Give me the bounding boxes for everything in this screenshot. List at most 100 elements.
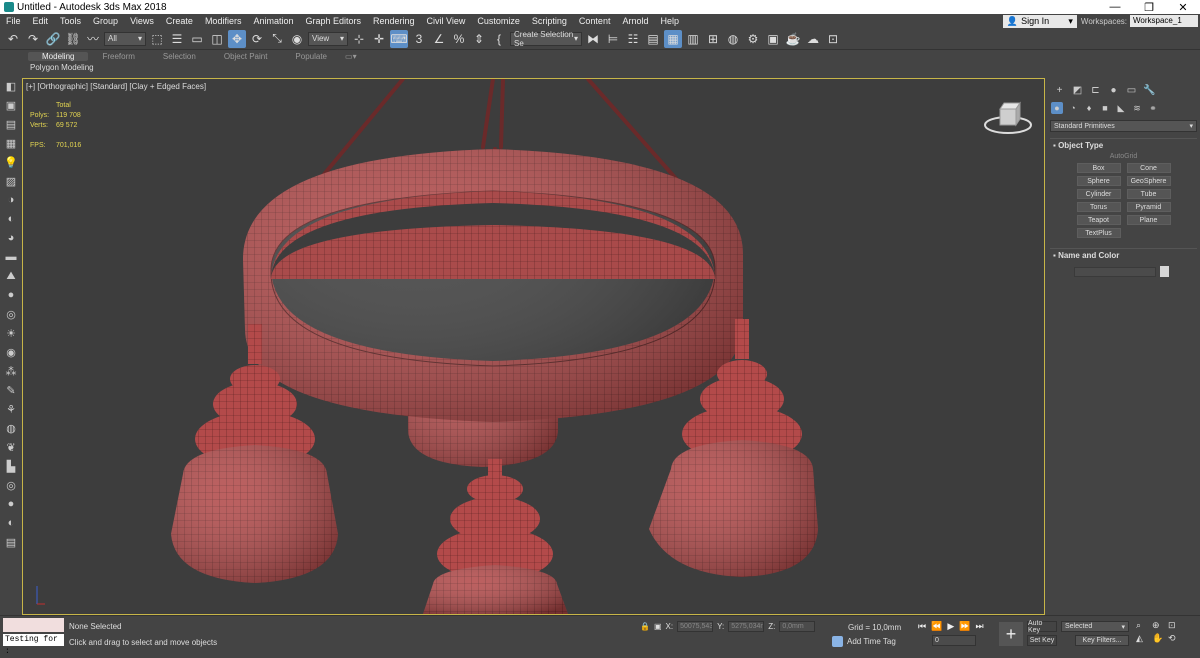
set-keys-icon[interactable]: +	[999, 622, 1023, 646]
shader-icon[interactable]: ◐	[3, 211, 19, 227]
lock-icon[interactable]: 🔒	[640, 622, 650, 631]
link-icon[interactable]: 🔗	[44, 30, 62, 48]
select-manipulate-icon[interactable]: ✛	[370, 30, 388, 48]
redo-icon[interactable]: ↷	[24, 30, 42, 48]
spinner-snap-icon[interactable]: ⇕	[470, 30, 488, 48]
place-icon[interactable]: ◉	[288, 30, 306, 48]
key-filters-button[interactable]: Key Filters...	[1075, 635, 1129, 646]
box-icon[interactable]: ▬	[3, 249, 19, 265]
space-warps-icon[interactable]: ≋	[1131, 102, 1143, 114]
sign-in-dropdown[interactable]: 👤 Sign In ▾	[1002, 14, 1077, 28]
layer-icon[interactable]: ▤	[3, 116, 19, 132]
modify-tab-icon[interactable]: ◩	[1071, 84, 1084, 97]
disc-icon[interactable]: ◎	[3, 477, 19, 493]
lights-icon[interactable]: ♦	[1083, 102, 1095, 114]
name-color-header[interactable]: ▪ Name and Color	[1050, 249, 1197, 262]
z-coordinate[interactable]: 0,0mm	[779, 621, 816, 632]
tab-modeling[interactable]: Modeling	[28, 51, 89, 61]
motion-tab-icon[interactable]: ●	[1107, 84, 1120, 97]
sphere-button[interactable]: Sphere	[1076, 176, 1121, 186]
workspace-select[interactable]: Workspace_1	[1130, 15, 1198, 27]
menu-create[interactable]: Create	[160, 16, 199, 26]
rotate-icon[interactable]: ⟳	[248, 30, 266, 48]
sphere-icon[interactable]: ●	[3, 287, 19, 303]
teapot-button[interactable]: Teapot	[1076, 215, 1121, 225]
percent-snap-icon[interactable]: %	[450, 30, 468, 48]
auto-key-button[interactable]: Auto Key	[1027, 620, 1057, 634]
unlink-icon[interactable]: ⛓	[64, 30, 82, 48]
plane-button[interactable]: Plane	[1126, 215, 1171, 225]
menu-civil-view[interactable]: Civil View	[421, 16, 472, 26]
terrain-icon[interactable]: ⛰	[3, 268, 19, 284]
go-to-start-icon[interactable]: ⏮	[918, 621, 926, 632]
pivot-center-icon[interactable]: ⊹	[350, 30, 368, 48]
primitive-category-select[interactable]: Standard Primitives ▾	[1050, 120, 1197, 132]
tab-populate[interactable]: Populate	[281, 52, 341, 61]
hierarchy-tab-icon[interactable]: ⊏	[1089, 84, 1102, 97]
ribbon-toggle-icon[interactable]: ▦	[664, 29, 682, 48]
menu-help[interactable]: Help	[654, 16, 685, 26]
wireframe-icon[interactable]: ▨	[3, 173, 19, 189]
material-editor-icon[interactable]: ◍	[724, 30, 742, 48]
scene-explorer-icon[interactable]: ▤	[644, 30, 662, 48]
menu-rendering[interactable]: Rendering	[367, 16, 421, 26]
display-icon[interactable]: ◑	[3, 192, 19, 208]
edit-named-selection-icon[interactable]: {	[490, 30, 508, 48]
menu-file[interactable]: File	[0, 16, 27, 26]
close-button[interactable]: ✕	[1166, 1, 1200, 14]
tab-freeform[interactable]: Freeform	[88, 52, 148, 61]
create-tab-icon[interactable]: +	[1053, 84, 1066, 97]
menu-views[interactable]: Views	[124, 16, 160, 26]
key-selection-set-select[interactable]: Selected ▾	[1061, 621, 1129, 632]
geometry-icon[interactable]: ●	[1051, 102, 1063, 114]
align-icon[interactable]: ⊨	[604, 30, 622, 48]
object-type-header[interactable]: ▪ Object Type	[1050, 139, 1197, 152]
cameras-icon[interactable]: ■	[1099, 102, 1111, 114]
tab-object-paint[interactable]: Object Paint	[210, 52, 282, 61]
select-object-icon[interactable]: ⬚	[148, 30, 166, 48]
previous-frame-icon[interactable]: ⏪	[931, 621, 942, 632]
curve-editor-icon[interactable]: ▥	[684, 30, 702, 48]
schematic-view-icon[interactable]: ⊞	[704, 30, 722, 48]
plant-icon[interactable]: ❦	[3, 439, 19, 455]
viewcube-icon[interactable]	[982, 97, 1034, 139]
systems-icon[interactable]: ⚭	[1147, 102, 1159, 114]
rendered-frame-icon[interactable]: ▣	[764, 30, 782, 48]
display-tab-icon[interactable]: ▭	[1125, 84, 1138, 97]
restore-button[interactable]: ❐	[1132, 1, 1166, 14]
layer-explorer-icon[interactable]: ☷	[624, 30, 642, 48]
x-coordinate[interactable]: 50075,543	[677, 621, 714, 632]
menu-animation[interactable]: Animation	[247, 16, 299, 26]
selection-filter[interactable]: All ▾	[104, 31, 146, 46]
scene-explorer-toggle-icon[interactable]: ◧	[3, 78, 19, 94]
viewport-label[interactable]: [+] [Orthographic] [Standard] [Clay + Ed…	[26, 82, 206, 91]
box-button[interactable]: Box	[1076, 163, 1121, 173]
stair-icon[interactable]: ▙	[3, 458, 19, 474]
render-setup-icon[interactable]: ⚙	[744, 30, 762, 48]
ribbon-options-icon[interactable]: ▭▾	[341, 52, 361, 61]
undo-icon[interactable]: ↶	[4, 30, 22, 48]
orbit-icon[interactable]: ⟲	[1168, 633, 1182, 644]
autogrid-checkbox[interactable]: AutoGrid	[1050, 153, 1197, 160]
cylinder-button[interactable]: Cylinder	[1076, 189, 1121, 199]
menu-customize[interactable]: Customize	[471, 16, 526, 26]
toggle-icon[interactable]: ◐	[3, 515, 19, 531]
menu-modifiers[interactable]: Modifiers	[199, 16, 248, 26]
zoom-all-icon[interactable]: ⊕	[1152, 620, 1166, 631]
absolute-mode-icon[interactable]: ▣	[654, 622, 662, 631]
render-production-icon[interactable]: ☕	[784, 30, 802, 48]
move-icon[interactable]: ✥	[228, 29, 246, 48]
tab-selection[interactable]: Selection	[149, 52, 210, 61]
go-to-end-icon[interactable]: ⏭	[975, 621, 983, 632]
sphere-blue-icon[interactable]: ●	[3, 496, 19, 512]
ribbon-panel-label[interactable]: Polygon Modeling	[0, 62, 1045, 74]
menu-content[interactable]: Content	[573, 16, 617, 26]
shapes-icon[interactable]: ◔	[1067, 102, 1079, 114]
torus-button[interactable]: Torus	[1076, 202, 1121, 212]
y-coordinate[interactable]: 5275,034n	[728, 621, 765, 632]
current-frame-input[interactable]: 0	[932, 635, 976, 646]
pan-icon[interactable]: ✋	[1152, 633, 1166, 644]
utilities-tab-icon[interactable]: 🔧	[1143, 84, 1156, 97]
helpers-icon[interactable]: ◣	[1115, 102, 1127, 114]
menu-tools[interactable]: Tools	[54, 16, 87, 26]
